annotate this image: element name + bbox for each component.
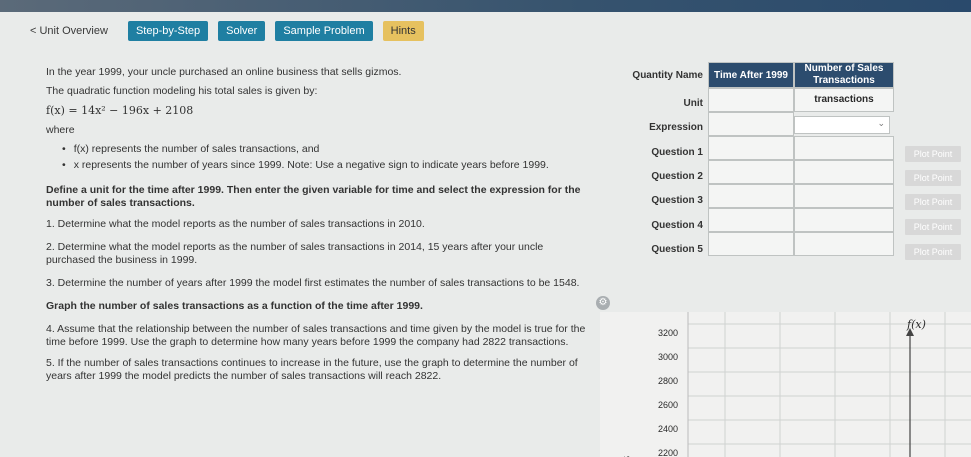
graph-svg xyxy=(687,312,971,457)
graph-panel[interactable]: f(x) 3200 3000 2800 2600 2400 2200 S xyxy=(600,312,971,457)
problem-text: In the year 1999, your uncle purchased a… xyxy=(46,66,586,389)
unit-overview-link[interactable]: < Unit Overview xyxy=(30,25,108,37)
app-page: < Unit Overview Step-by-Step Solver Samp… xyxy=(0,12,971,457)
row-label-expression: Expression xyxy=(649,122,703,133)
y-tick-3000: 3000 xyxy=(658,352,679,362)
y-tick-2600: 2600 xyxy=(658,400,679,410)
intro-line-1: In the year 1999, your uncle purchased a… xyxy=(46,66,402,78)
q4-time-input[interactable] xyxy=(708,208,794,232)
row-label-question-5: Question 5 xyxy=(651,244,703,255)
unit-transactions-value: transactions xyxy=(794,88,894,112)
plot-point-button-4[interactable]: Plot Point xyxy=(905,219,961,235)
formula: f(x) = 14x² − 196x + 2108 xyxy=(46,104,194,117)
q2-sales-input[interactable] xyxy=(794,160,894,184)
grid-lines xyxy=(687,312,971,457)
q1-sales-input[interactable] xyxy=(794,136,894,160)
plot-point-button-5[interactable]: Plot Point xyxy=(905,244,961,260)
intro-line-2: The quadratic function modeling his tota… xyxy=(46,85,318,97)
row-label-question-4: Question 4 xyxy=(651,220,703,231)
y-tick-2800: 2800 xyxy=(658,376,679,386)
bullet-fx-text: f(x) represents the number of sales tran… xyxy=(73,143,320,155)
q3-time-input[interactable] xyxy=(708,184,794,208)
top-navigation: < Unit Overview Step-by-Step Solver Samp… xyxy=(30,20,424,42)
tab-hints[interactable]: Hints xyxy=(382,21,424,41)
row-label-question-2: Question 2 xyxy=(651,171,703,182)
graph-instruction: Graph the number of sales transactions a… xyxy=(46,300,423,312)
row-label-question-1: Question 1 xyxy=(651,147,703,158)
tab-sample-problem[interactable]: Sample Problem xyxy=(275,21,373,41)
header-time-after-1999: Time After 1999 xyxy=(708,62,794,88)
question-5: 5. If the number of sales transactions c… xyxy=(46,357,578,382)
q5-sales-input[interactable] xyxy=(794,232,894,256)
q2-time-input[interactable] xyxy=(708,160,794,184)
plot-point-button-3[interactable]: Plot Point xyxy=(905,194,961,210)
unit-time-input[interactable] xyxy=(708,88,794,112)
header-number-of-sales: Number of Sales Transactions xyxy=(794,62,894,88)
plot-point-button-2[interactable]: Plot Point xyxy=(905,170,961,186)
y-tick-2200: 2200 xyxy=(658,448,679,457)
plot-point-button-1[interactable]: Plot Point xyxy=(905,146,961,162)
q1-time-input[interactable] xyxy=(708,136,794,160)
tab-solver[interactable]: Solver xyxy=(218,21,266,41)
expression-select[interactable]: ⌄ xyxy=(794,116,890,134)
question-3: 3. Determine the number of years after 1… xyxy=(46,277,580,289)
row-label-quantity-name: Quantity Name xyxy=(632,70,703,81)
define-unit-instruction: Define a unit for the time after 1999. T… xyxy=(46,184,581,209)
q4-sales-input[interactable] xyxy=(794,208,894,232)
row-label-question-3: Question 3 xyxy=(651,195,703,206)
question-4: 4. Assume that the relationship between … xyxy=(46,323,586,348)
bullet-x: • x represents the number of years since … xyxy=(62,159,586,172)
y-tick-2400: 2400 xyxy=(658,424,679,434)
expression-variable-input[interactable] xyxy=(708,112,794,136)
bullet-dot: • xyxy=(62,159,66,171)
q5-time-input[interactable] xyxy=(708,232,794,256)
q3-sales-input[interactable] xyxy=(794,184,894,208)
row-label-unit: Unit xyxy=(683,98,703,109)
where-text: where xyxy=(46,124,75,136)
question-2: 2. Determine what the model reports as t… xyxy=(46,241,544,266)
gear-icon[interactable]: ⚙ xyxy=(596,296,610,310)
bullet-fx: • f(x) represents the number of sales tra… xyxy=(62,143,586,156)
y-axis-label: f(x) xyxy=(907,318,926,331)
question-1: 1. Determine what the model reports as t… xyxy=(46,218,425,230)
y-tick-3200: 3200 xyxy=(658,328,679,338)
bullet-x-text: x represents the number of years since 1… xyxy=(73,159,549,171)
bullet-dot: • xyxy=(62,143,66,155)
chevron-down-icon: ⌄ xyxy=(877,118,885,128)
tab-step-by-step[interactable]: Step-by-Step xyxy=(127,21,209,41)
